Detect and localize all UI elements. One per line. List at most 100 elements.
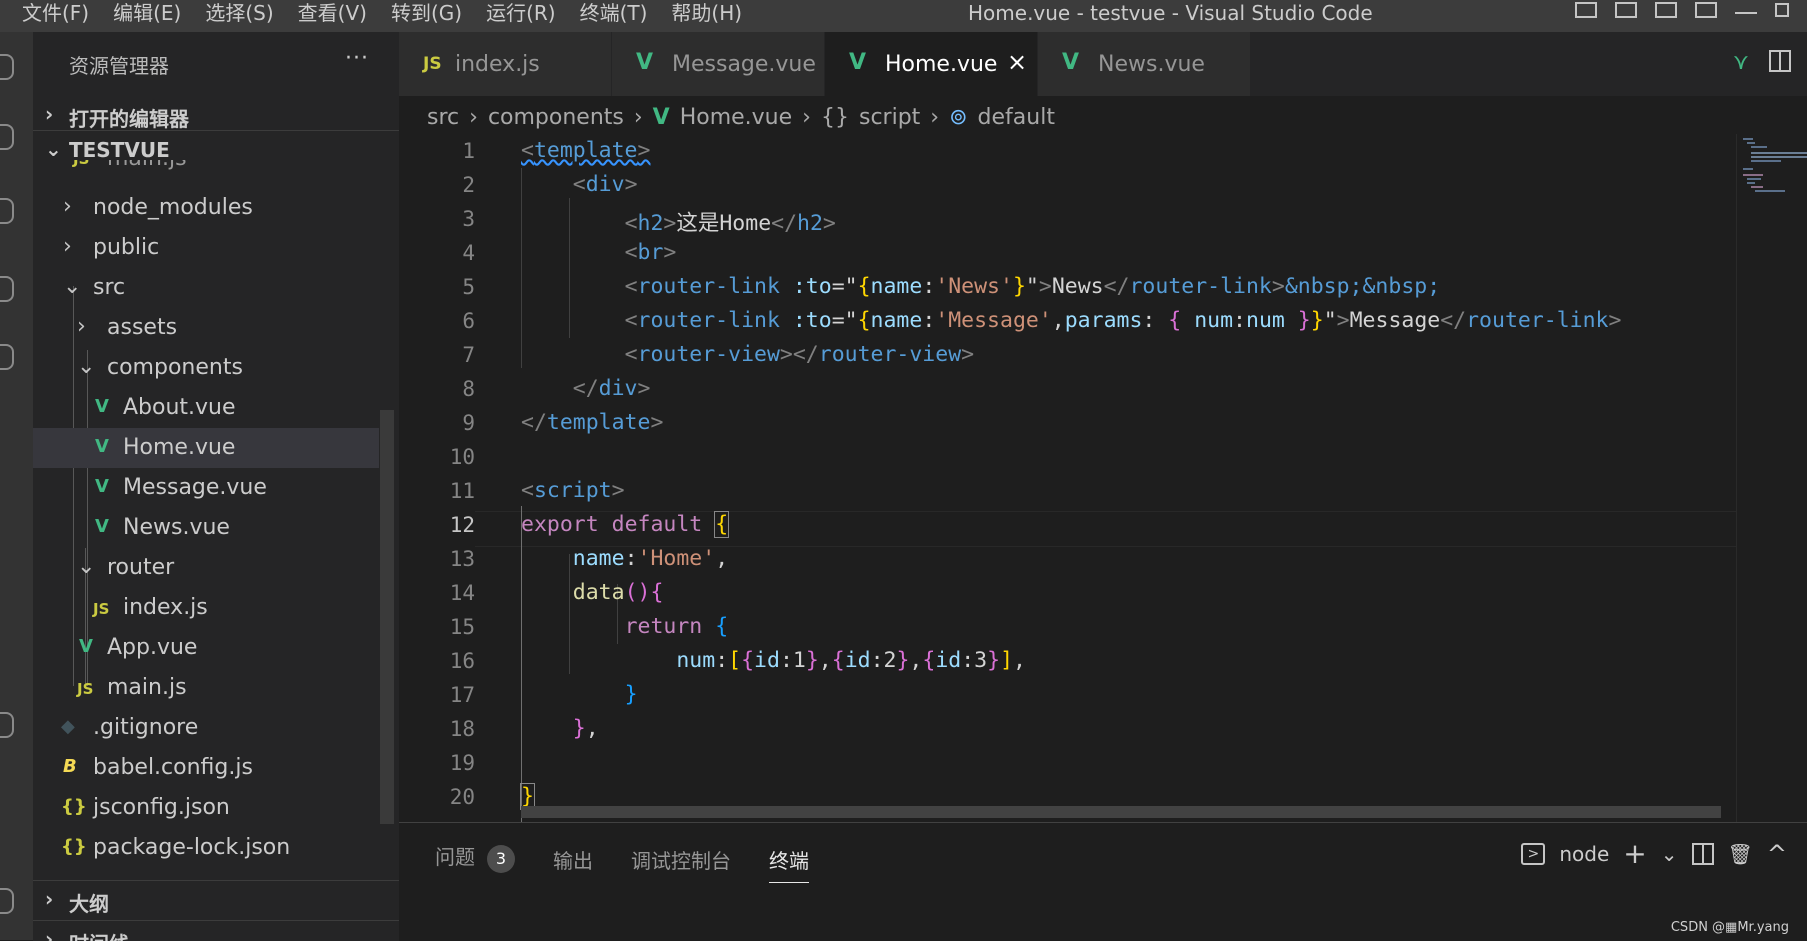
search-icon[interactable]	[0, 124, 14, 150]
tree-item-babel-config[interactable]: B babel.config.js	[33, 748, 379, 788]
title-bar: 文件(F) 编辑(E) 选择(S) 查看(V) 转到(G) 运行(R) 终端(T…	[0, 0, 1807, 32]
new-terminal-icon[interactable]: +	[1623, 837, 1646, 870]
code-editor[interactable]: 1 2 3 4 5 6 7 8 9 10 11 12 13 14 15 16 1…	[399, 134, 1736, 822]
tab-label: News.vue	[1098, 52, 1205, 77]
split-editor-icon[interactable]	[1769, 50, 1791, 72]
minimap-line	[1747, 178, 1761, 180]
line-number: 9	[462, 411, 475, 435]
tree-item-assets[interactable]: › assets	[33, 308, 379, 348]
tree-item-package-lock[interactable]: {} package-lock.json	[33, 828, 379, 868]
tab-message-vue[interactable]: V Message.vue	[612, 32, 825, 96]
chevron-down-icon: ⌄	[45, 137, 62, 161]
menu-selection[interactable]: 选择(S)	[205, 2, 273, 24]
tab-index-js[interactable]: JS index.js	[399, 32, 612, 96]
tree-item-news-vue[interactable]: V News.vue	[33, 508, 379, 548]
tree-item-main-js[interactable]: JS main.js	[33, 668, 379, 708]
explorer-title: 资源管理器	[69, 54, 169, 78]
menu-file[interactable]: 文件(F)	[22, 2, 89, 24]
breadcrumb-src[interactable]: src	[427, 105, 459, 130]
source-control-icon[interactable]	[0, 198, 14, 224]
breadcrumb-script[interactable]: script	[859, 105, 920, 130]
tab-home-vue[interactable]: V Home.vue ×	[825, 32, 1038, 96]
extensions-icon[interactable]	[0, 344, 14, 370]
vue-file-icon: V	[79, 636, 93, 657]
breadcrumb-components[interactable]: components	[488, 105, 624, 130]
tree-item-router-index-js[interactable]: JS index.js	[33, 588, 379, 628]
chevron-right-icon: ›	[45, 102, 54, 126]
tree-item-gitignore[interactable]: ◆ .gitignore	[33, 708, 379, 748]
tree-item-label: Home.vue	[123, 435, 236, 460]
menu-help[interactable]: 帮助(H)	[671, 2, 742, 24]
chevron-down-icon[interactable]: ⌄	[1661, 842, 1678, 866]
tab-problems[interactable]: 问题 3	[435, 841, 515, 883]
tree-item-label: jsconfig.json	[93, 795, 230, 820]
code-line: <template>	[521, 138, 651, 163]
trash-icon[interactable]: 🗑	[1728, 842, 1753, 866]
tree-item-node-modules[interactable]: › node_modules	[33, 188, 379, 228]
panel-tabs: 问题 3 输出 调试控制台 终端	[435, 841, 847, 883]
horizontal-scrollbar[interactable]	[521, 806, 1721, 818]
editor-tabs: JS index.js V Message.vue V Home.vue × V…	[399, 32, 1807, 96]
explorer-icon[interactable]	[0, 54, 14, 80]
code-line: </div>	[572, 376, 651, 401]
sidebar-scrollbar[interactable]	[380, 410, 394, 824]
close-tab-icon[interactable]: ×	[1007, 48, 1027, 76]
more-actions-icon[interactable]: ···	[345, 46, 369, 71]
tree-item-message-vue[interactable]: V Message.vue	[33, 468, 379, 508]
run-debug-icon[interactable]	[0, 276, 14, 302]
toggle-panel-icon[interactable]	[1615, 2, 1637, 18]
breadcrumb: src › components › V Home.vue › {} scrip…	[427, 100, 1065, 134]
menu-bar: 文件(F) 编辑(E) 选择(S) 查看(V) 转到(G) 运行(R) 终端(T…	[22, 2, 766, 24]
menu-edit[interactable]: 编辑(E)	[113, 2, 181, 24]
line-number: 20	[449, 785, 475, 809]
tree-item-src[interactable]: ⌄ src	[33, 268, 379, 308]
open-editors-section[interactable]: › 打开的编辑器	[33, 96, 399, 132]
terminal-shell-name[interactable]: node	[1559, 842, 1609, 866]
vue-devtools-icon[interactable]: ⋎	[1733, 50, 1749, 75]
toggle-sidebar-icon[interactable]	[1575, 2, 1597, 18]
menu-terminal[interactable]: 终端(T)	[580, 2, 648, 24]
outline-section[interactable]: › 大纲	[33, 880, 399, 917]
tree-item-home-vue[interactable]: V Home.vue	[33, 428, 379, 468]
menu-view[interactable]: 查看(V)	[298, 2, 367, 24]
minimize-icon[interactable]	[1735, 6, 1757, 14]
tree-item-components[interactable]: ⌄ components	[33, 348, 379, 388]
breadcrumb-default[interactable]: default	[978, 105, 1055, 130]
breadcrumb-file[interactable]: Home.vue	[680, 105, 792, 130]
minimap-line	[1747, 182, 1755, 184]
chevron-down-icon: ⌄	[77, 354, 96, 379]
js-file-icon: JS	[77, 680, 94, 698]
split-terminal-icon[interactable]	[1691, 842, 1714, 865]
tab-terminal[interactable]: 终端	[769, 841, 809, 883]
tab-debug-console[interactable]: 调试控制台	[631, 841, 731, 883]
tree-item-public[interactable]: › public	[33, 228, 379, 268]
maximize-icon[interactable]	[1775, 3, 1789, 17]
account-icon[interactable]	[0, 712, 14, 738]
vue-file-icon: V	[1062, 50, 1080, 75]
code-line: <div>	[572, 172, 638, 197]
maximize-panel-icon[interactable]: ^	[1767, 840, 1787, 868]
settings-gear-icon[interactable]	[0, 888, 14, 914]
tree-item-main-js-partial[interactable]: JS main.js	[33, 160, 379, 182]
line-number: 7	[462, 343, 475, 367]
line-number: 8	[462, 377, 475, 401]
tree-item-app-vue[interactable]: V App.vue	[33, 628, 379, 668]
line-number: 10	[449, 445, 475, 469]
customize-layout-icon[interactable]	[1695, 2, 1717, 18]
watermark: CSDN @▦Mr.yang	[1670, 920, 1789, 935]
tab-news-vue[interactable]: V News.vue	[1038, 32, 1251, 96]
tab-output[interactable]: 输出	[553, 841, 593, 883]
timeline-section[interactable]: › 时间线	[33, 920, 399, 941]
tree-item-about-vue[interactable]: V About.vue	[33, 388, 379, 428]
toggle-secondary-sidebar-icon[interactable]	[1655, 2, 1677, 18]
chevron-right-icon: ›	[45, 887, 54, 911]
chevron-right-icon: ›	[63, 194, 72, 219]
menu-run[interactable]: 运行(R)	[486, 2, 556, 24]
tree-item-label: About.vue	[123, 395, 236, 420]
menu-go[interactable]: 转到(G)	[391, 2, 462, 24]
line-number: 6	[462, 309, 475, 333]
tree-item-jsconfig[interactable]: {} jsconfig.json	[33, 788, 379, 828]
minimap[interactable]	[1736, 134, 1807, 822]
tree-item-router[interactable]: ⌄ router	[33, 548, 379, 588]
minimap-line	[1743, 174, 1763, 176]
